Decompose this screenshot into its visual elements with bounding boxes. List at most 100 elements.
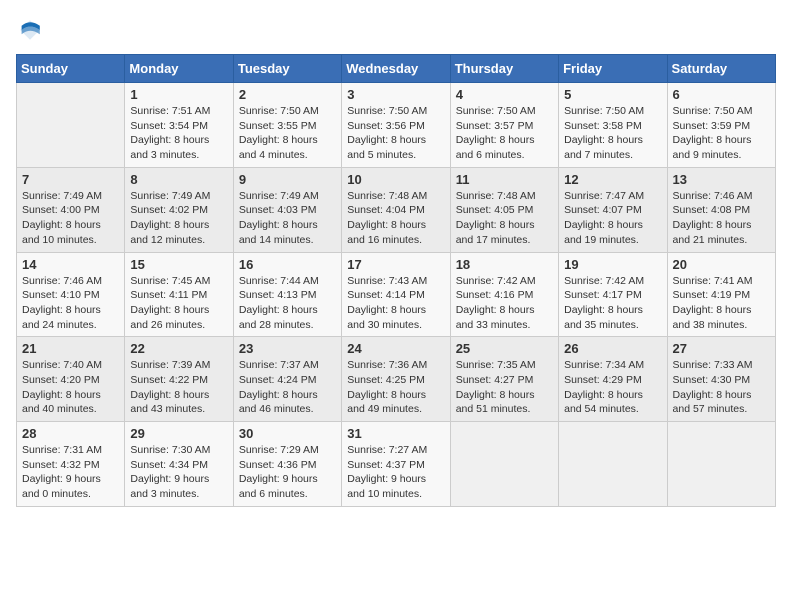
day-info: Sunrise: 7:34 AMSunset: 4:29 PMDaylight:…	[564, 358, 661, 417]
day-info: Sunrise: 7:42 AMSunset: 4:17 PMDaylight:…	[564, 274, 661, 333]
calendar-cell	[667, 422, 775, 507]
day-info: Sunrise: 7:36 AMSunset: 4:25 PMDaylight:…	[347, 358, 444, 417]
day-number: 19	[564, 257, 661, 272]
day-info: Sunrise: 7:50 AMSunset: 3:58 PMDaylight:…	[564, 104, 661, 163]
day-number: 22	[130, 341, 227, 356]
weekday-header-row: SundayMondayTuesdayWednesdayThursdayFrid…	[17, 55, 776, 83]
logo	[16, 16, 48, 44]
day-number: 26	[564, 341, 661, 356]
day-number: 9	[239, 172, 336, 187]
day-number: 8	[130, 172, 227, 187]
day-number: 31	[347, 426, 444, 441]
calendar-cell: 13 Sunrise: 7:46 AMSunset: 4:08 PMDayligh…	[667, 167, 775, 252]
day-number: 6	[673, 87, 770, 102]
calendar-cell	[450, 422, 558, 507]
weekday-header-thursday: Thursday	[450, 55, 558, 83]
calendar-week-row: 21 Sunrise: 7:40 AMSunset: 4:20 PMDayligh…	[17, 337, 776, 422]
page-header	[16, 16, 776, 44]
day-number: 7	[22, 172, 119, 187]
day-number: 12	[564, 172, 661, 187]
day-info: Sunrise: 7:50 AMSunset: 3:55 PMDaylight:…	[239, 104, 336, 163]
day-info: Sunrise: 7:42 AMSunset: 4:16 PMDaylight:…	[456, 274, 553, 333]
calendar-week-row: 14Sunrise: 7:46 AMSunset: 4:10 PMDayligh…	[17, 252, 776, 337]
day-info: Sunrise: 7:30 AMSunset: 4:34 PMDaylight:…	[130, 443, 227, 502]
day-info: Sunrise: 7:33 AMSunset: 4:30 PMDaylight:…	[673, 358, 770, 417]
day-number: 10	[347, 172, 444, 187]
calendar-cell	[17, 83, 125, 168]
day-number: 16	[239, 257, 336, 272]
day-number: 18	[456, 257, 553, 272]
calendar-cell: 11 Sunrise: 7:48 AMSunset: 4:05 PMDayligh…	[450, 167, 558, 252]
day-info: Sunrise: 7:48 AMSunset: 4:04 PMDaylight:…	[347, 189, 444, 248]
day-info: Sunrise: 7:49 AMSunset: 4:02 PMDaylight:…	[130, 189, 227, 248]
day-number: 15	[130, 257, 227, 272]
day-info: Sunrise: 7:47 AMSunset: 4:07 PMDaylight:…	[564, 189, 661, 248]
calendar-cell: 30Sunrise: 7:29 AMSunset: 4:36 PMDayligh…	[233, 422, 341, 507]
day-info: Sunrise: 7:40 AMSunset: 4:20 PMDaylight:…	[22, 358, 119, 417]
day-number: 1	[130, 87, 227, 102]
weekday-header-saturday: Saturday	[667, 55, 775, 83]
day-number: 30	[239, 426, 336, 441]
calendar-cell: 14Sunrise: 7:46 AMSunset: 4:10 PMDayligh…	[17, 252, 125, 337]
calendar-cell: 23 Sunrise: 7:37 AMSunset: 4:24 PMDayligh…	[233, 337, 341, 422]
day-number: 29	[130, 426, 227, 441]
calendar-cell	[559, 422, 667, 507]
day-info: Sunrise: 7:49 AMSunset: 4:00 PMDaylight:…	[22, 189, 119, 248]
calendar-cell: 19 Sunrise: 7:42 AMSunset: 4:17 PMDayligh…	[559, 252, 667, 337]
day-info: Sunrise: 7:50 AMSunset: 3:57 PMDaylight:…	[456, 104, 553, 163]
calendar-table: SundayMondayTuesdayWednesdayThursdayFrid…	[16, 54, 776, 507]
calendar-cell: 5 Sunrise: 7:50 AMSunset: 3:58 PMDaylight…	[559, 83, 667, 168]
day-number: 21	[22, 341, 119, 356]
logo-icon	[16, 16, 44, 44]
day-number: 28	[22, 426, 119, 441]
day-number: 23	[239, 341, 336, 356]
day-number: 25	[456, 341, 553, 356]
calendar-cell: 26 Sunrise: 7:34 AMSunset: 4:29 PMDayligh…	[559, 337, 667, 422]
day-info: Sunrise: 7:39 AMSunset: 4:22 PMDaylight:…	[130, 358, 227, 417]
calendar-cell: 24 Sunrise: 7:36 AMSunset: 4:25 PMDayligh…	[342, 337, 450, 422]
calendar-cell: 29 Sunrise: 7:30 AMSunset: 4:34 PMDayligh…	[125, 422, 233, 507]
day-info: Sunrise: 7:50 AMSunset: 3:56 PMDaylight:…	[347, 104, 444, 163]
calendar-week-row: 28 Sunrise: 7:31 AMSunset: 4:32 PMDayligh…	[17, 422, 776, 507]
day-info: Sunrise: 7:43 AMSunset: 4:14 PMDaylight:…	[347, 274, 444, 333]
day-info: Sunrise: 7:31 AMSunset: 4:32 PMDaylight:…	[22, 443, 119, 502]
calendar-cell: 15 Sunrise: 7:45 AMSunset: 4:11 PMDayligh…	[125, 252, 233, 337]
weekday-header-monday: Monday	[125, 55, 233, 83]
calendar-cell: 12 Sunrise: 7:47 AMSunset: 4:07 PMDayligh…	[559, 167, 667, 252]
weekday-header-wednesday: Wednesday	[342, 55, 450, 83]
day-number: 11	[456, 172, 553, 187]
calendar-cell: 16Sunrise: 7:44 AMSunset: 4:13 PMDayligh…	[233, 252, 341, 337]
weekday-header-friday: Friday	[559, 55, 667, 83]
calendar-cell: 25Sunrise: 7:35 AMSunset: 4:27 PMDayligh…	[450, 337, 558, 422]
calendar-cell: 3 Sunrise: 7:50 AMSunset: 3:56 PMDaylight…	[342, 83, 450, 168]
day-number: 17	[347, 257, 444, 272]
calendar-cell: 4Sunrise: 7:50 AMSunset: 3:57 PMDaylight…	[450, 83, 558, 168]
day-info: Sunrise: 7:41 AMSunset: 4:19 PMDaylight:…	[673, 274, 770, 333]
calendar-week-row: 1 Sunrise: 7:51 AMSunset: 3:54 PMDaylight…	[17, 83, 776, 168]
day-info: Sunrise: 7:46 AMSunset: 4:08 PMDaylight:…	[673, 189, 770, 248]
day-info: Sunrise: 7:27 AMSunset: 4:37 PMDaylight:…	[347, 443, 444, 502]
calendar-cell: 7 Sunrise: 7:49 AMSunset: 4:00 PMDaylight…	[17, 167, 125, 252]
day-number: 27	[673, 341, 770, 356]
calendar-cell: 20Sunrise: 7:41 AMSunset: 4:19 PMDayligh…	[667, 252, 775, 337]
day-number: 5	[564, 87, 661, 102]
calendar-week-row: 7 Sunrise: 7:49 AMSunset: 4:00 PMDaylight…	[17, 167, 776, 252]
day-info: Sunrise: 7:37 AMSunset: 4:24 PMDaylight:…	[239, 358, 336, 417]
calendar-cell: 17 Sunrise: 7:43 AMSunset: 4:14 PMDayligh…	[342, 252, 450, 337]
day-number: 3	[347, 87, 444, 102]
day-number: 13	[673, 172, 770, 187]
day-number: 2	[239, 87, 336, 102]
calendar-cell: 31 Sunrise: 7:27 AMSunset: 4:37 PMDayligh…	[342, 422, 450, 507]
day-info: Sunrise: 7:45 AMSunset: 4:11 PMDaylight:…	[130, 274, 227, 333]
day-info: Sunrise: 7:49 AMSunset: 4:03 PMDaylight:…	[239, 189, 336, 248]
calendar-cell: 18 Sunrise: 7:42 AMSunset: 4:16 PMDayligh…	[450, 252, 558, 337]
day-info: Sunrise: 7:48 AMSunset: 4:05 PMDaylight:…	[456, 189, 553, 248]
day-info: Sunrise: 7:51 AMSunset: 3:54 PMDaylight:…	[130, 104, 227, 163]
calendar-cell: 6Sunrise: 7:50 AMSunset: 3:59 PMDaylight…	[667, 83, 775, 168]
calendar-cell: 8 Sunrise: 7:49 AMSunset: 4:02 PMDaylight…	[125, 167, 233, 252]
day-number: 24	[347, 341, 444, 356]
day-info: Sunrise: 7:46 AMSunset: 4:10 PMDaylight:…	[22, 274, 119, 333]
calendar-cell: 21 Sunrise: 7:40 AMSunset: 4:20 PMDayligh…	[17, 337, 125, 422]
calendar-cell: 28 Sunrise: 7:31 AMSunset: 4:32 PMDayligh…	[17, 422, 125, 507]
calendar-cell: 2 Sunrise: 7:50 AMSunset: 3:55 PMDaylight…	[233, 83, 341, 168]
